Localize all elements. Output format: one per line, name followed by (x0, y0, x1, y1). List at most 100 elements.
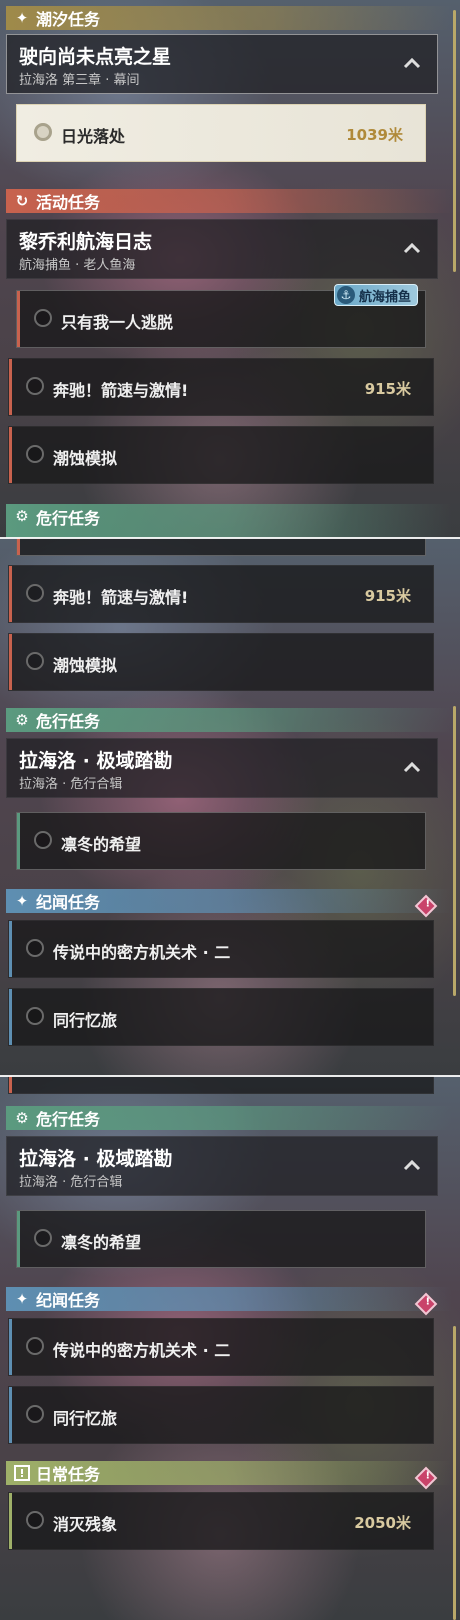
quest-item-erosion[interactable]: 潮蚀模拟 (8, 633, 434, 691)
quest-label: 消灭残象 (53, 1515, 118, 1534)
panel-divider (0, 1075, 460, 1077)
quest-color-bar (17, 291, 20, 347)
quest-item-gallop[interactable]: 奔驰！箭速与激情! 915米 (8, 358, 434, 416)
fishing-tag-badge: ⚓ 航海捕鱼 (334, 284, 419, 306)
quest-color-bar (9, 1319, 12, 1375)
quest-color-bar (17, 1211, 20, 1267)
quest-status-radio (34, 123, 52, 141)
quest-distance: 915米 (364, 587, 411, 605)
quest-status-radio (26, 1511, 44, 1529)
section-header-chronicle: ✦ 纪闻任务 (6, 889, 452, 913)
alert-symbol: ! (425, 1470, 431, 1482)
quest-label: 传说中的密方机关术 · 二 (53, 943, 231, 962)
quest-color-bar (17, 538, 20, 555)
section-header-daily: 日常任务 (6, 1461, 452, 1485)
gear-danger-icon: ⚙ (15, 507, 29, 525)
section-header-event: ↻ 活动任务 (6, 189, 452, 213)
group-title: 拉海洛 · 极域踏勘 (19, 1148, 173, 1170)
section-header-tide: ✦ 潮汐任务 (6, 6, 452, 30)
gear-danger-icon: ⚙ (15, 1109, 29, 1127)
quest-item-eliminate[interactable]: 消灭残象 2050米 (8, 1492, 434, 1550)
quest-item-winter[interactable]: 凛冬的希望 (16, 812, 426, 870)
fishing-tag-label: 航海捕鱼 (359, 289, 412, 305)
section-title: 潮汐任务 (36, 10, 101, 29)
quest-color-bar (9, 566, 12, 622)
quest-group-log[interactable]: 黎乔利航海日志 航海捕鱼 · 老人鱼海 (6, 219, 438, 279)
alert-symbol: ! (425, 898, 431, 910)
chevron-up-icon[interactable] (401, 53, 423, 75)
quest-status-radio (34, 1229, 52, 1247)
quest-color-bar (9, 989, 12, 1045)
quest-color-bar (9, 1493, 12, 1549)
section-title: 危行任务 (36, 712, 101, 731)
quest-item-companion[interactable]: 同行忆旅 (8, 988, 434, 1046)
section-header-danger: ⚙ 危行任务 (6, 1106, 452, 1130)
section-title: 日常任务 (36, 1465, 101, 1484)
quest-color-bar (9, 427, 12, 483)
group-subtitle: 拉海洛 · 危行合辑 (19, 1175, 123, 1190)
section-title: 纪闻任务 (36, 1291, 101, 1310)
quest-color-bar (9, 1387, 12, 1443)
quest-item-erosion-partial[interactable] (8, 1076, 434, 1094)
scrollbar[interactable] (453, 10, 456, 272)
quest-label: 潮蚀模拟 (53, 656, 118, 675)
chevron-up-icon[interactable] (401, 757, 423, 779)
quest-color-bar (9, 634, 12, 690)
group-title: 驶向尚未点亮之星 (19, 46, 172, 68)
quest-label: 日光落处 (61, 127, 126, 146)
quest-color-bar (9, 921, 12, 977)
quest-group-star[interactable]: 驶向尚未点亮之星 拉海洛 第三章 · 幕间 (6, 34, 438, 94)
quest-status-radio (26, 377, 44, 395)
quest-item-companion[interactable]: 同行忆旅 (8, 1386, 434, 1444)
quest-label: 只有我一人逃脱 (61, 313, 174, 332)
quest-group-lahailuo[interactable]: 拉海洛 · 极域踏勘 拉海洛 · 危行合辑 (6, 738, 438, 798)
section-header-danger: ⚙ 危行任务 (6, 708, 452, 732)
quest-distance: 2050米 (354, 1514, 411, 1532)
panel-divider (0, 537, 460, 539)
fishing-icon: ⚓ (337, 286, 355, 304)
quest-label: 同行忆旅 (53, 1011, 118, 1030)
gear-danger-icon: ⚙ (15, 711, 29, 729)
section-header-danger-partial: ⚙ 危行任务 (6, 504, 452, 538)
chevron-up-icon[interactable] (401, 1155, 423, 1177)
group-title: 黎乔利航海日志 (19, 231, 153, 253)
group-subtitle: 航海捕鱼 · 老人鱼海 (19, 258, 136, 273)
quest-status-radio (26, 584, 44, 602)
quest-status-radio (26, 1405, 44, 1423)
group-subtitle: 拉海洛 · 危行合辑 (19, 777, 123, 792)
quest-distance: 915米 (364, 380, 411, 398)
quest-status-radio (34, 831, 52, 849)
sparkle-icon: ✦ (15, 9, 29, 27)
group-subtitle: 拉海洛 第三章 · 幕间 (19, 73, 140, 88)
quest-status-radio (26, 445, 44, 463)
quest-item-erosion[interactable]: 潮蚀模拟 (8, 426, 434, 484)
quest-status-radio (34, 309, 52, 327)
quest-item-legend[interactable]: 传说中的密方机关术 · 二 (8, 1318, 434, 1376)
quest-distance: 1039米 (346, 126, 403, 144)
quest-color-bar (17, 813, 20, 869)
quest-color-bar (9, 1076, 12, 1093)
quest-label: 潮蚀模拟 (53, 449, 118, 468)
quest-group-lahailuo[interactable]: 拉海洛 · 极域踏勘 拉海洛 · 危行合辑 (6, 1136, 438, 1196)
quest-item-gallop[interactable]: 奔驰！箭速与激情! 915米 (8, 565, 434, 623)
scrollbar[interactable] (453, 706, 456, 996)
alert-symbol: ! (425, 1296, 431, 1308)
quest-label: 奔驰！箭速与激情! (53, 381, 189, 400)
quest-item-winter[interactable]: 凛冬的希望 (16, 1210, 426, 1268)
quest-label: 传说中的密方机关术 · 二 (53, 1341, 231, 1360)
quest-panel-3: ⚙ 危行任务 拉海洛 · 极域踏勘 拉海洛 · 危行合辑 凛冬的希望 ✦ 纪闻任… (0, 1076, 460, 1620)
section-header-chronicle: ✦ 纪闻任务 (6, 1287, 452, 1311)
quest-item-sunlight[interactable]: 日光落处 1039米 (16, 104, 426, 162)
sparkle-icon: ✦ (15, 892, 29, 910)
quest-status-radio (26, 1007, 44, 1025)
quest-panel-2: 奔驰！箭速与激情! 915米 潮蚀模拟 ⚙ 危行任务 拉海洛 · 极域踏勘 拉海… (0, 538, 460, 1076)
quest-label: 凛冬的希望 (61, 1233, 142, 1252)
chevron-up-icon[interactable] (401, 238, 423, 260)
scrollbar[interactable] (453, 1326, 456, 1620)
quest-item-legend[interactable]: 传说中的密方机关术 · 二 (8, 920, 434, 978)
quest-label: 奔驰！箭速与激情! (53, 588, 189, 607)
quest-item-escape-partial[interactable] (16, 538, 426, 556)
sparkle-icon: ✦ (15, 1290, 29, 1308)
refresh-quest-icon: ↻ (15, 192, 29, 210)
section-title: 纪闻任务 (36, 893, 101, 912)
